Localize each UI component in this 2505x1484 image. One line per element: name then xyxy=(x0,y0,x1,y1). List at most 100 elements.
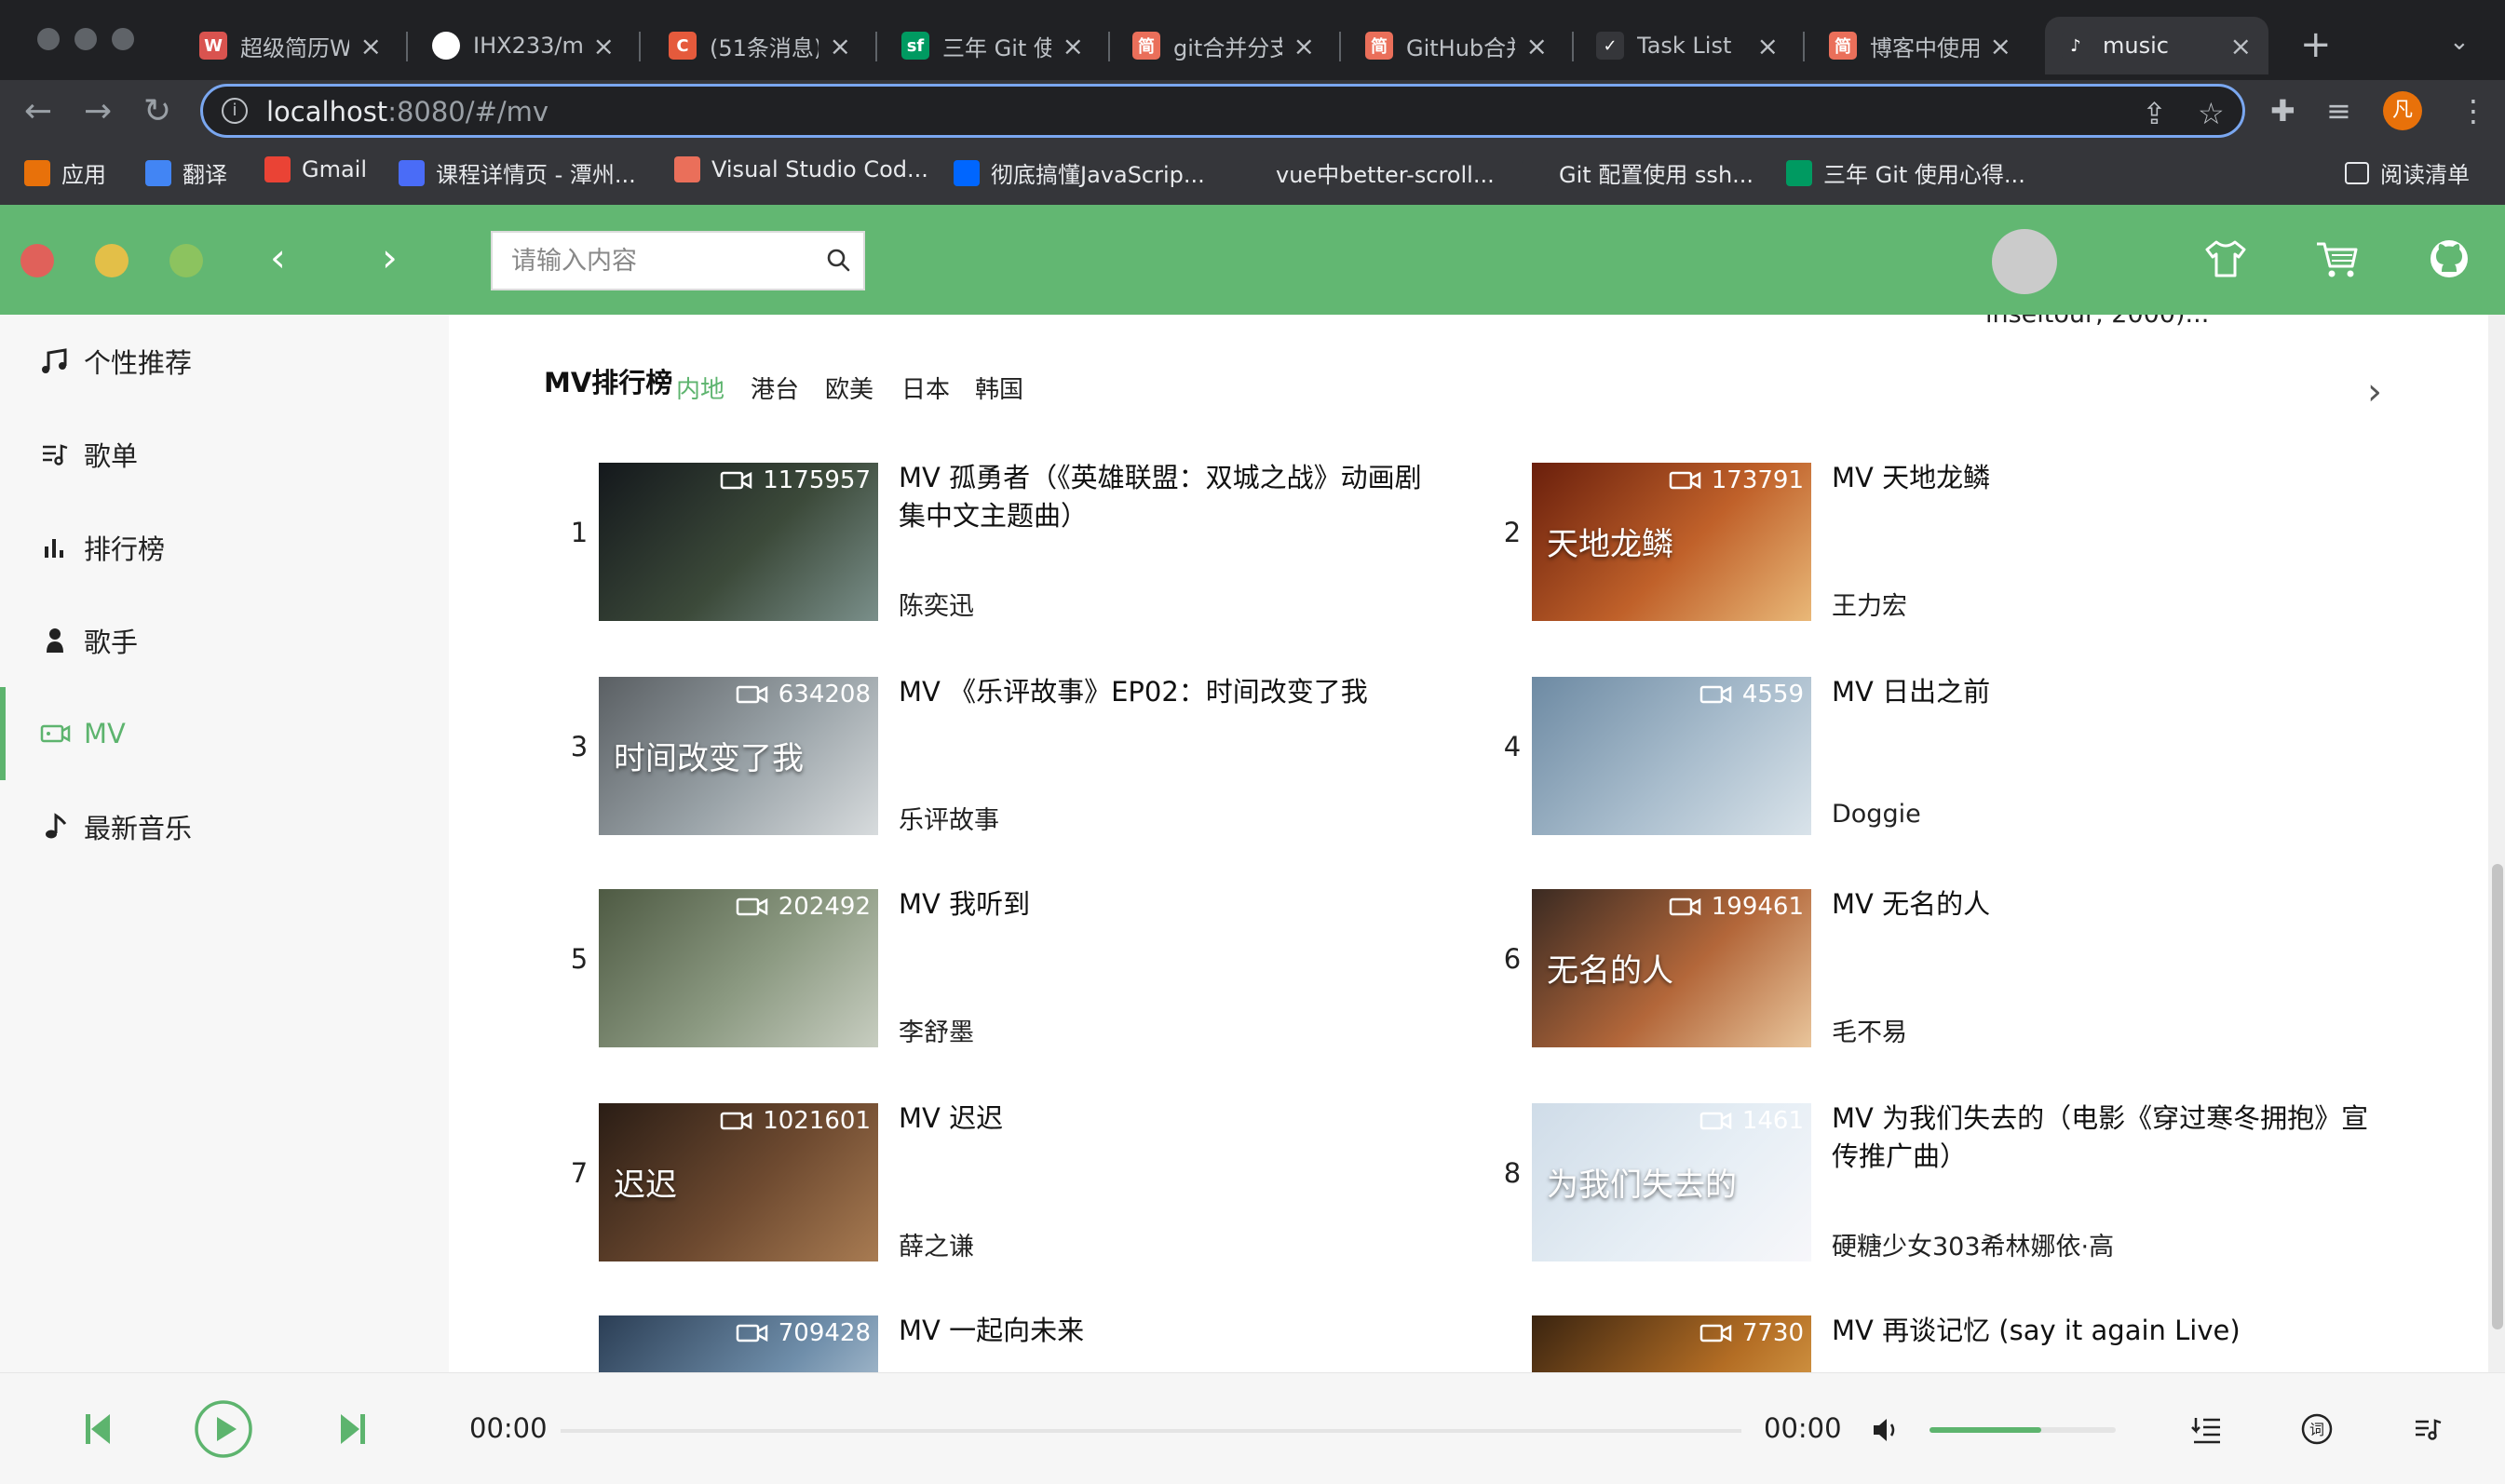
tab-close-icon[interactable]: × xyxy=(830,31,851,61)
reading-mode-icon[interactable]: ≡ xyxy=(2326,93,2351,128)
tshirt-icon[interactable] xyxy=(2201,235,2250,283)
sidebar-item-ranking[interactable]: 排行榜 xyxy=(0,501,449,594)
tab-close-icon[interactable]: × xyxy=(1526,31,1548,61)
bookmark-item[interactable]: 彻底搞懂JavaScrip... xyxy=(954,156,1205,189)
bookmark-item[interactable]: Visual Studio Cod... xyxy=(674,156,928,182)
browser-tab[interactable]: sf 三年 Git 使 × xyxy=(885,17,1101,74)
browser-tab[interactable]: W 超级简历W × xyxy=(183,17,399,74)
region-tab-japan[interactable]: 日本 xyxy=(901,371,950,405)
mv-title[interactable]: MV 《乐评故事》EP02：时间改变了我 xyxy=(899,673,1448,711)
mv-thumbnail[interactable]: 202492 xyxy=(599,889,878,1047)
sidebar-item-playlist[interactable]: 歌单 xyxy=(0,408,449,501)
sidebar-item-new-music[interactable]: 最新音乐 xyxy=(0,780,449,873)
window-close-dot[interactable] xyxy=(37,28,60,50)
close-dot[interactable] xyxy=(20,244,54,277)
browser-tab[interactable]: ✓ Task List × xyxy=(1579,17,1795,74)
new-tab-button[interactable]: + xyxy=(2300,24,2332,65)
mv-thumbnail[interactable]: 1175957 xyxy=(599,463,878,621)
mv-thumbnail[interactable]: 天地龙鳞 173791 xyxy=(1532,463,1811,621)
mv-card[interactable]: 1 1175957 MV 孤勇者（《英雄联盟：双城之战》动画剧集中文主题曲） 陈奕迅 xyxy=(571,462,1530,630)
address-bar[interactable]: i localhost:8080/#/mv ⇪ ☆ xyxy=(200,84,2245,138)
mv-title[interactable]: MV 我听到 xyxy=(899,885,1448,924)
mv-title[interactable]: MV 天地龙鳞 xyxy=(1832,459,2381,497)
tab-close-icon[interactable]: × xyxy=(360,31,382,61)
mv-title[interactable]: MV 日出之前 xyxy=(1832,673,2381,711)
cart-icon[interactable] xyxy=(2313,235,2362,283)
mv-artist[interactable]: 李舒墨 xyxy=(899,1012,974,1048)
browser-tab[interactable]: 简 GitHub合并 × xyxy=(1348,17,1564,74)
tab-close-icon[interactable]: × xyxy=(1757,31,1779,61)
search-input[interactable] xyxy=(509,242,817,279)
browser-tab[interactable]: ♪ music × xyxy=(2045,17,2268,74)
mv-card[interactable]: 6 无名的人 199461 MV 无名的人 毛不易 xyxy=(1504,888,2463,1057)
mv-title[interactable]: MV 为我们失去的（电影《穿过寒冬拥抱》宣传推广曲） xyxy=(1832,1100,2381,1176)
progress-bar[interactable] xyxy=(561,1429,1741,1433)
sidebar-item-recommend[interactable]: 个性推荐 xyxy=(0,315,449,408)
github-icon[interactable] xyxy=(2425,235,2473,283)
bookmark-item[interactable]: Gmail xyxy=(264,156,367,182)
mv-title[interactable]: MV 孤勇者（《英雄联盟：双城之战》动画剧集中文主题曲） xyxy=(899,459,1448,535)
mv-card[interactable]: 3 时间改变了我 634208 MV 《乐评故事》EP02：时间改变了我 乐评故事 xyxy=(571,676,1530,844)
play-list-icon[interactable] xyxy=(2412,1412,2445,1446)
scrollbar-thumb[interactable] xyxy=(2492,864,2503,1329)
mv-title[interactable]: MV 再谈记忆 (say it again Live) xyxy=(1832,1312,2381,1350)
site-info-icon[interactable]: i xyxy=(222,98,248,124)
volume-icon[interactable] xyxy=(1870,1414,1903,1446)
page-scrollbar[interactable] xyxy=(2488,315,2505,1372)
mv-title[interactable]: MV 一起向未来 xyxy=(899,1312,1448,1350)
previous-track-icon[interactable] xyxy=(82,1410,115,1448)
bookmark-item[interactable]: 翻译 xyxy=(145,156,227,189)
mv-card[interactable]: 7 迟迟 1021601 MV 迟迟 薛之谦 xyxy=(571,1102,1530,1271)
bookmark-item[interactable]: vue中better-scroll... xyxy=(1239,156,1495,189)
bookmark-item[interactable]: 三年 Git 使用心得... xyxy=(1786,156,2025,189)
history-forward-button[interactable]: › xyxy=(382,235,398,281)
maximize-dot[interactable] xyxy=(169,244,203,277)
browser-menu-icon[interactable]: ⋮ xyxy=(2458,93,2488,128)
profile-avatar[interactable]: 凡 xyxy=(2383,91,2422,130)
mv-title[interactable]: MV 无名的人 xyxy=(1832,885,2381,924)
ranking-next-arrow-icon[interactable]: › xyxy=(2367,371,2382,413)
tab-close-icon[interactable]: × xyxy=(2230,31,2252,61)
bookmark-item[interactable]: Git 配置使用 ssh... xyxy=(1522,156,1754,189)
bookmark-item[interactable]: 课程详情页 - 潭州... xyxy=(399,156,636,189)
mv-thumbnail[interactable]: 为我们失去的 1461 xyxy=(1532,1103,1811,1261)
browser-tab[interactable]: IHX233/m × xyxy=(415,17,631,74)
window-minimize-dot[interactable] xyxy=(74,28,97,50)
reading-list[interactable]: 阅读清单 xyxy=(2345,156,2470,189)
mv-thumbnail[interactable]: 无名的人 199461 xyxy=(1532,889,1811,1047)
tab-search-icon[interactable]: ⌄ xyxy=(2449,28,2470,56)
window-zoom-dot[interactable] xyxy=(112,28,134,50)
mv-card[interactable]: 9709428MV 一起向未来 xyxy=(571,1312,1530,1372)
share-icon[interactable]: ⇪ xyxy=(2142,96,2167,131)
mv-thumbnail[interactable]: 4559 xyxy=(1532,677,1811,835)
mv-artist[interactable]: Doggie xyxy=(1832,800,1921,829)
next-track-icon[interactable] xyxy=(335,1410,369,1448)
mv-card[interactable]: 4 4559 MV 日出之前 Doggie xyxy=(1504,676,2463,844)
mv-thumbnail[interactable]: 709428 xyxy=(599,1315,878,1372)
history-back-button[interactable]: ‹ xyxy=(270,235,286,281)
mv-card[interactable]: 2 天地龙鳞 173791 MV 天地龙鳞 王力宏 xyxy=(1504,462,2463,630)
browser-tab[interactable]: C (51条消息) × xyxy=(652,17,868,74)
mv-thumbnail[interactable]: 迟迟 1021601 xyxy=(599,1103,878,1261)
mv-card[interactable]: 107730MV 再谈记忆 (say it again Live) xyxy=(1498,1312,2463,1372)
browser-tab[interactable]: 简博客中使用 × xyxy=(1812,17,2028,74)
region-tab-western[interactable]: 欧美 xyxy=(825,371,873,405)
region-tab-hk-tw[interactable]: 港台 xyxy=(751,371,799,405)
back-button[interactable]: ← xyxy=(24,93,52,130)
bookmark-item[interactable]: 应用 xyxy=(24,156,106,189)
mv-artist[interactable]: 硬糖少女303希林娜依·高 xyxy=(1832,1226,2114,1262)
lyrics-icon[interactable]: 词 xyxy=(2300,1412,2334,1446)
mv-card[interactable]: 8 为我们失去的 1461 MV 为我们失去的（电影《穿过寒冬拥抱》宣传推广曲） 硬糖少… xyxy=(1504,1100,2463,1271)
play-icon[interactable] xyxy=(194,1399,253,1459)
region-tab-korea[interactable]: 韩国 xyxy=(975,371,1023,405)
sidebar-item-singer[interactable]: 歌手 xyxy=(0,594,449,687)
mv-thumbnail[interactable]: 时间改变了我 634208 xyxy=(599,677,878,835)
user-avatar[interactable] xyxy=(1992,229,2057,294)
mv-artist[interactable]: 薛之谦 xyxy=(899,1226,974,1262)
mv-thumbnail[interactable]: 7730 xyxy=(1532,1315,1811,1372)
mv-artist[interactable]: 王力宏 xyxy=(1832,586,1907,622)
playlist-queue-icon[interactable] xyxy=(2190,1412,2224,1446)
minimize-dot[interactable] xyxy=(95,244,129,277)
search-icon[interactable] xyxy=(824,246,854,276)
mv-artist[interactable]: 毛不易 xyxy=(1832,1012,1907,1048)
